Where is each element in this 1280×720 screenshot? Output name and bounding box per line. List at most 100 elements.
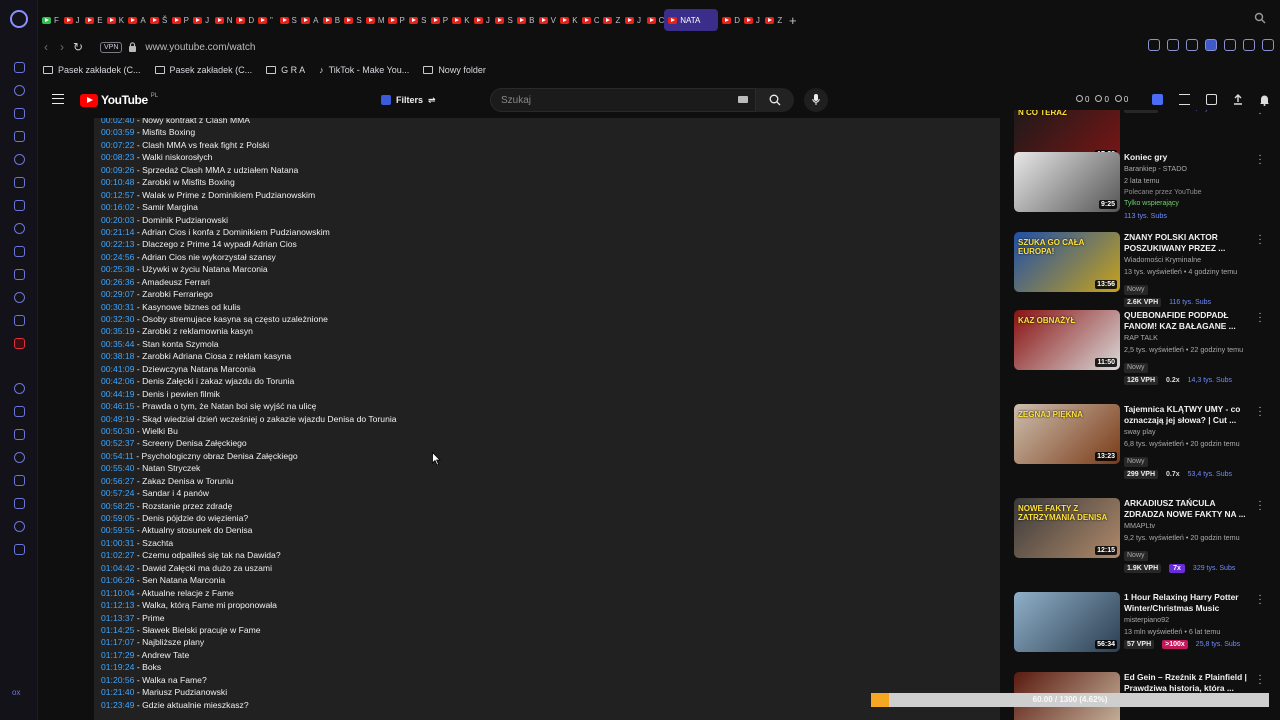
chapter-timestamp-link[interactable]: 00:08:23 (101, 152, 134, 162)
extensions-icon[interactable] (1262, 39, 1274, 51)
chapter-timestamp-link[interactable]: 00:16:02 (101, 202, 134, 212)
chapter-timestamp-link[interactable]: 00:20:03 (101, 215, 134, 225)
browser-tab[interactable]: D (232, 9, 254, 31)
lock-icon[interactable] (128, 42, 137, 52)
chapter-timestamp-link[interactable]: 00:59:55 (101, 525, 134, 535)
browser-tab[interactable]: K (103, 9, 125, 31)
search-input[interactable]: Szukaj (490, 88, 756, 112)
chapter-timestamp-link[interactable]: 00:02:40 (101, 118, 134, 125)
browser-tab[interactable]: Š (146, 9, 168, 31)
forward-icon[interactable]: › (54, 39, 70, 55)
video-title[interactable]: Koniec gry (1124, 152, 1254, 163)
filters-button[interactable]: Filters ⇌ (381, 90, 436, 110)
chapter-timestamp-link[interactable]: 01:21:40 (101, 687, 134, 697)
more-options-icon[interactable]: ··· (1257, 110, 1263, 119)
chapter-timestamp-link[interactable]: 00:30:31 (101, 302, 134, 312)
messenger-icon[interactable] (0, 148, 38, 171)
chapter-timestamp-link[interactable]: 00:35:44 (101, 339, 134, 349)
chapter-timestamp-link[interactable]: 00:12:57 (101, 190, 134, 200)
chapter-timestamp-link[interactable]: 00:21:14 (101, 227, 134, 237)
youtube-icon[interactable] (0, 332, 38, 355)
new-tab-icon[interactable]: + (783, 13, 797, 28)
video-thumbnail[interactable]: NOWE FAKTY Z ZATRZYMANIA DENISA 12:15 (1014, 498, 1120, 558)
video-thumbnail[interactable]: SZUKA GO CAŁA EUROPA! 13:56 (1014, 232, 1120, 292)
chapter-timestamp-link[interactable]: 00:29:07 (101, 289, 134, 299)
bookmark-folder[interactable]: Pasek zakładek (C... (154, 65, 252, 75)
zoom-icon[interactable] (1148, 39, 1160, 51)
bell-icon[interactable] (1259, 94, 1270, 106)
more-options-icon[interactable]: ··· (1257, 231, 1263, 249)
search-tabs-icon[interactable] (1254, 12, 1268, 26)
list-icon[interactable] (1179, 94, 1190, 105)
video-thumbnail[interactable]: 56:34 (1014, 592, 1120, 652)
chapter-timestamp-link[interactable]: 00:44:19 (101, 389, 134, 399)
chapter-timestamp-link[interactable]: 00:54:11 (101, 451, 134, 461)
bookmark-folder[interactable]: Nowy folder (423, 65, 486, 75)
settings-icon[interactable] (0, 538, 38, 561)
shop-icon[interactable] (0, 102, 38, 125)
heart-icon[interactable] (1243, 39, 1255, 51)
channel-name[interactable]: RAP TALK (1124, 332, 1254, 344)
browser-tab[interactable]: C (578, 9, 599, 31)
chapter-timestamp-link[interactable]: 01:02:27 (101, 550, 134, 560)
more-options-icon[interactable]: ··· (1257, 151, 1263, 169)
chapter-timestamp-link[interactable]: 01:13:37 (101, 613, 134, 623)
channel-name[interactable]: Barankiep - STADO (1124, 163, 1254, 175)
video-title[interactable]: ZNANY POLSKI AKTOR POSZUKIWANY PRZEZ ... (1124, 232, 1254, 254)
more-options-icon[interactable]: ··· (1257, 671, 1263, 689)
discord-icon-2[interactable] (0, 309, 38, 332)
chapter-timestamp-link[interactable]: 00:59:05 (101, 513, 134, 523)
player-icon[interactable] (0, 400, 38, 423)
video-thumbnail[interactable]: KAZ OBNAŻYŁ 11:50 (1014, 310, 1120, 370)
chapter-timestamp-link[interactable]: 00:56:27 (101, 476, 134, 486)
chapter-timestamp-link[interactable]: 00:55:40 (101, 463, 134, 473)
browser-tab[interactable]: J (60, 9, 82, 31)
aria-icon[interactable] (0, 171, 38, 194)
chapter-timestamp-link[interactable]: 01:06:26 (101, 575, 134, 585)
browser-tab[interactable]: M (362, 9, 384, 31)
send-icon[interactable] (1224, 39, 1236, 51)
bookmark-icon[interactable] (1206, 94, 1217, 105)
discord-icon[interactable] (0, 217, 38, 240)
menu-icon[interactable] (52, 94, 64, 104)
browser-tab[interactable]: A (124, 9, 146, 31)
history-icon-2[interactable] (0, 446, 38, 469)
browser-tab[interactable]: D (718, 9, 740, 31)
telegram-icon[interactable] (0, 240, 38, 263)
browser-tab[interactable]: N (211, 9, 232, 31)
bookmarks-icon[interactable] (0, 56, 38, 79)
chapter-timestamp-link[interactable]: 00:58:25 (101, 501, 134, 511)
download-icon[interactable] (0, 492, 38, 515)
chapter-timestamp-link[interactable]: 00:32:30 (101, 314, 134, 324)
url-field[interactable]: www.youtube.com/watch (145, 42, 255, 53)
browser-tab[interactable]: S (276, 9, 298, 31)
clock-icon[interactable] (0, 469, 38, 492)
browser-tab[interactable]: A (297, 9, 319, 31)
browser-tab[interactable]: F (38, 9, 60, 31)
shield-icon[interactable] (1205, 39, 1217, 51)
chapter-timestamp-link[interactable]: 00:38:18 (101, 351, 134, 361)
video-thumbnail[interactable]: ZEGNAJ PIĘKNA 13:23 (1014, 404, 1120, 464)
channel-name[interactable]: sway play (1124, 426, 1254, 438)
browser-tab[interactable]: J (189, 9, 211, 31)
browser-tab[interactable]: " (254, 9, 276, 31)
video-thumbnail[interactable]: 9:25 (1014, 152, 1120, 212)
more-options-icon[interactable]: ··· (1257, 591, 1263, 609)
chapter-timestamp-link[interactable]: 00:35:19 (101, 326, 134, 336)
browser-tab[interactable]: B (513, 9, 535, 31)
keyboard-icon[interactable] (738, 96, 748, 103)
browser-tab[interactable]: P (168, 9, 190, 31)
channel-name[interactable]: misterpiano92 (1124, 614, 1254, 626)
chapter-timestamp-link[interactable]: 00:24:56 (101, 252, 134, 262)
bookmark-folder[interactable]: G R A (266, 65, 305, 75)
browser-tab[interactable]: NATA (664, 9, 719, 31)
browser-tab[interactable]: S (405, 9, 427, 31)
browser-tab[interactable]: K (448, 9, 470, 31)
browser-tab[interactable]: Z (761, 9, 783, 31)
heart-icon[interactable] (0, 423, 38, 446)
search-button[interactable] (756, 88, 794, 112)
youtube-logo[interactable]: YouTube PL (80, 93, 158, 107)
browser-tab[interactable]: B (319, 9, 341, 31)
sidebar-more-icon[interactable]: ox (12, 688, 20, 697)
browser-tab[interactable]: K (556, 9, 578, 31)
